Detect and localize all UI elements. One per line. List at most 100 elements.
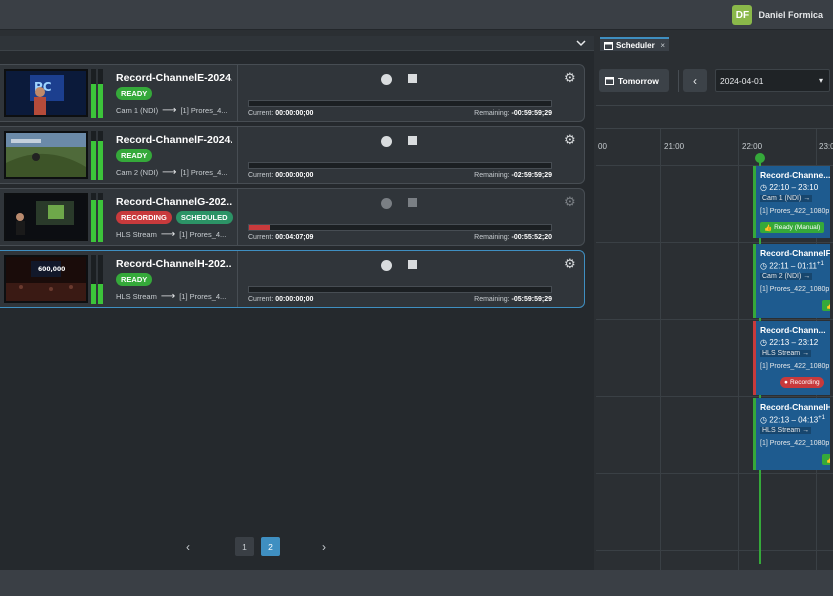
date-value: 2024-04-01	[720, 75, 764, 86]
schedule-event[interactable]: Record-Chann... ◷ 22:13 – 23:12 HLS Stre…	[753, 321, 830, 395]
grid-line	[596, 242, 833, 243]
gear-icon[interactable]: ⚙	[564, 71, 576, 84]
panel-header	[0, 36, 594, 51]
chevron-right-icon[interactable]: ›	[322, 540, 326, 554]
event-source: Cam 2 (NDI) →	[760, 273, 813, 280]
route: HLS Stream ⟶ [1] Prores_4...	[116, 229, 226, 240]
event-destination: [1] Prores_422_1080p	[760, 363, 830, 370]
calendar-icon	[605, 77, 614, 85]
event-status-badge: ● Recording	[780, 377, 824, 388]
divider	[237, 251, 238, 307]
audio-meters	[91, 69, 103, 118]
svg-text:600,000: 600,000	[38, 266, 65, 273]
current-time: Current: 00:00:00;00	[248, 110, 314, 117]
grid-line	[596, 396, 833, 397]
current-time: Current: 00:00:00;00	[248, 296, 314, 303]
status-badge: READY	[116, 149, 153, 162]
route: Cam 1 (NDI) ⟶ [1] Prores_4...	[116, 105, 228, 116]
stop-button[interactable]	[408, 260, 417, 269]
current-time: Current: 00:04:07;09	[248, 234, 314, 241]
schedule-event[interactable]: Record-Channe... ◷ 22:10 – 23:10 Cam 1 (…	[753, 166, 830, 238]
arrow-right-icon: ⟶	[160, 229, 176, 240]
event-time: ◷ 22:11 – 01:11+1	[760, 261, 824, 271]
event-status-badge: 👍 Ready (Manual)	[760, 222, 825, 233]
source-label: HLS Stream	[116, 292, 157, 301]
event-source: HLS Stream →	[760, 350, 812, 357]
thumbs-up-icon: 👍	[764, 224, 773, 232]
bottom-bar	[0, 570, 833, 596]
schedule-event[interactable]: Record-ChannelH ◷ 22:13 – 04:13+1 HLS St…	[753, 398, 830, 470]
chevron-left-icon[interactable]: ‹	[186, 540, 190, 554]
grid-line	[596, 550, 833, 551]
clock-icon: ◷	[760, 415, 767, 425]
recording-card-f[interactable]: Record-ChannelF-2024... READY Cam 2 (NDI…	[0, 126, 585, 184]
progress-fill	[249, 225, 271, 230]
audio-meters	[91, 193, 103, 242]
event-time: ◷ 22:13 – 23:12	[760, 338, 819, 347]
destination-label: [1] Prores_4...	[179, 230, 227, 239]
event-title: Record-Chann...	[760, 325, 826, 335]
status-badge: READY	[116, 273, 153, 286]
event-time: ◷ 22:10 – 23:10	[760, 183, 819, 192]
source-label: Cam 1 (NDI)	[116, 106, 159, 115]
gear-icon[interactable]: ⚙	[564, 257, 576, 270]
record-button[interactable]	[381, 136, 392, 147]
grid-line	[738, 129, 739, 571]
thumbs-up-icon: 👍	[822, 454, 830, 465]
previous-day-button[interactable]: ‹	[683, 69, 707, 92]
stop-button[interactable]	[408, 198, 417, 207]
record-button[interactable]	[381, 74, 392, 85]
tab-label: Scheduler	[616, 40, 655, 50]
remaining-time: Remaining: -00:55:52;20	[474, 234, 552, 241]
date-select[interactable]: 2024-04-01 ▾	[715, 69, 830, 92]
destination-label: [1] Prores_4...	[180, 106, 228, 115]
audio-meters	[91, 131, 103, 180]
avatar[interactable]: DF	[732, 5, 753, 25]
clock-icon: ◷	[760, 338, 767, 347]
clock-icon: ◷	[760, 183, 767, 192]
recording-card-e[interactable]: PC Record-ChannelE-2024... READY Cam 1 (…	[0, 64, 585, 122]
video-thumbnail: PC	[4, 69, 88, 117]
recording-card-h[interactable]: 600,000 Record-ChannelH-202... READY HLS…	[0, 250, 585, 308]
page-button-1[interactable]: 1	[235, 537, 254, 556]
current-time-marker	[755, 153, 765, 163]
status-badge-scheduled: SCHEDULED	[175, 211, 233, 224]
event-source: Cam 1 (NDI) →	[760, 195, 813, 202]
user-menu[interactable]: DF Daniel Formica	[732, 4, 823, 26]
event-source: HLS Stream →	[760, 427, 812, 434]
event-title: Record-ChannelH	[760, 402, 830, 412]
arrow-right-icon: ⟶	[162, 167, 177, 178]
remaining-time: Remaining: -00:59:59;29	[474, 110, 552, 117]
divider	[237, 127, 238, 183]
progress-bar	[248, 224, 552, 231]
gear-icon[interactable]: ⚙	[564, 195, 576, 208]
grid-line	[596, 319, 833, 320]
schedule-event[interactable]: Record-ChannelF- ◷ 22:11 – 01:11+1 Cam 2…	[753, 244, 830, 318]
divider	[237, 189, 238, 245]
chevron-down-icon[interactable]	[576, 38, 586, 48]
recording-card-g[interactable]: Record-ChannelG-202... RECORDING SCHEDULE…	[0, 188, 585, 246]
event-destination: [1] Prores_422_1080p	[760, 440, 830, 447]
user-name[interactable]: Daniel Formica	[758, 10, 823, 20]
caret-down-icon: ▾	[818, 76, 823, 85]
remaining-time: Remaining: -02:59:59;29	[474, 172, 552, 179]
status-badge-recording: RECORDING	[116, 211, 172, 224]
pagination: ‹ 1 2 ›	[0, 536, 594, 556]
page-button-2[interactable]: 2	[261, 537, 280, 556]
scheduler-toolbar: Tomorrow ‹ 2024-04-01 ▾	[596, 52, 833, 106]
stop-button[interactable]	[408, 136, 417, 145]
tomorrow-button[interactable]: Tomorrow	[599, 69, 669, 92]
remaining-time: Remaining: -05:59:59;29	[474, 296, 552, 303]
close-icon[interactable]: ×	[660, 41, 665, 50]
stop-button[interactable]	[408, 74, 417, 83]
tab-scheduler[interactable]: Scheduler ×	[600, 37, 669, 51]
video-thumbnail	[4, 193, 88, 241]
record-button[interactable]	[381, 260, 392, 271]
progress-bar	[248, 286, 552, 293]
progress-bar	[248, 100, 552, 107]
event-destination: [1] Prores_422_1080p	[760, 208, 830, 215]
gear-icon[interactable]: ⚙	[564, 133, 576, 146]
thumbs-up-icon: 👍	[822, 300, 830, 311]
audio-meters	[91, 255, 103, 304]
record-button[interactable]	[381, 198, 392, 209]
